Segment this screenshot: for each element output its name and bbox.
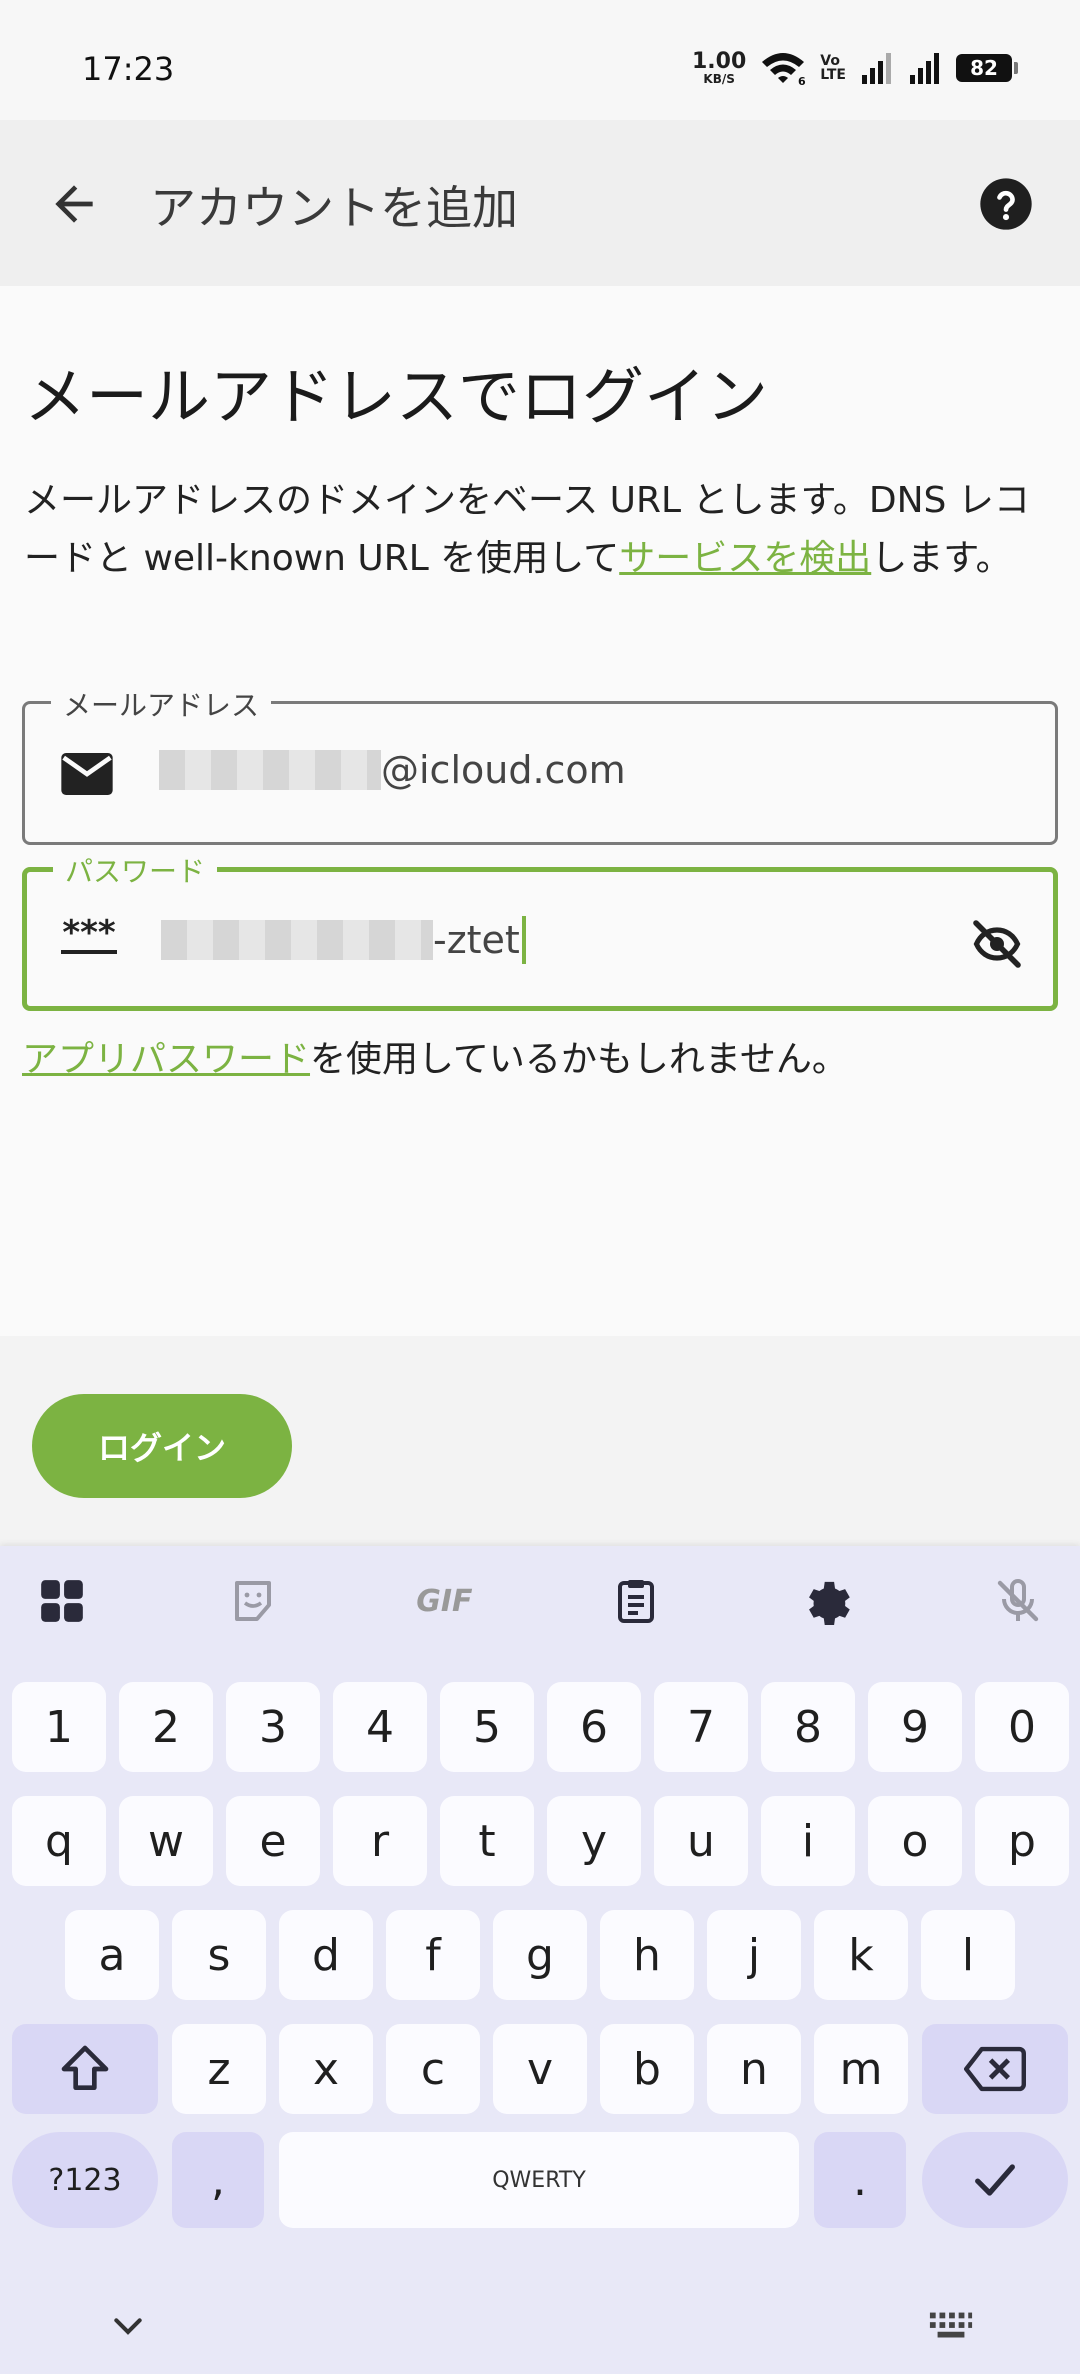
signal-icon-sim2 bbox=[910, 53, 939, 84]
chevron-down-icon[interactable] bbox=[108, 2312, 148, 2342]
app-password-hint: アプリパスワードを使用しているかもしれません。 bbox=[22, 1039, 848, 1080]
volte-indicator: Vo LTE bbox=[820, 53, 846, 83]
keyboard-nav-bar bbox=[0, 2284, 1080, 2374]
symbols-key[interactable]: ?123 bbox=[12, 2132, 158, 2228]
keyboard-switch-icon[interactable] bbox=[928, 2308, 974, 2344]
key-z[interactable]: z bbox=[172, 2024, 266, 2114]
key-6[interactable]: 6 bbox=[547, 1682, 641, 1772]
key-a[interactable]: a bbox=[65, 1910, 159, 2000]
key-j[interactable]: j bbox=[707, 1910, 801, 2000]
password-input[interactable]: -ztet bbox=[161, 916, 526, 964]
shift-icon bbox=[61, 2045, 109, 2090]
mail-icon bbox=[61, 753, 113, 795]
battery-indicator: 82 bbox=[956, 54, 1018, 82]
email-field-label: メールアドレス bbox=[51, 684, 272, 724]
key-m[interactable]: m bbox=[814, 2024, 908, 2114]
signal-icon-sim1 bbox=[862, 53, 891, 84]
key-h[interactable]: h bbox=[600, 1910, 694, 2000]
arrow-left-icon[interactable] bbox=[46, 176, 102, 232]
key-q[interactable]: q bbox=[12, 1796, 106, 1886]
key-7[interactable]: 7 bbox=[654, 1682, 748, 1772]
mic-off-icon[interactable] bbox=[990, 1573, 1046, 1629]
app-bar: アカウントを追加 bbox=[0, 120, 1080, 286]
backspace-key[interactable] bbox=[922, 2024, 1068, 2114]
form-description: メールアドレスのドメインをベース URL とします。DNS レコードと well… bbox=[24, 480, 1030, 579]
keyboard-row-bottom: z x c v b n m bbox=[0, 2024, 1080, 2114]
gif-icon[interactable]: GIF bbox=[416, 1573, 472, 1629]
key-8[interactable]: 8 bbox=[761, 1682, 855, 1772]
detect-service-link[interactable]: サービスを検出 bbox=[619, 538, 871, 579]
text-cursor bbox=[521, 916, 526, 964]
settings-icon[interactable] bbox=[799, 1573, 855, 1629]
status-icons: 1.00 KB/S 6 Vo LTE 82 bbox=[692, 48, 1018, 88]
key-k[interactable]: k bbox=[814, 1910, 908, 2000]
help-circle-icon[interactable] bbox=[978, 176, 1034, 232]
key-u[interactable]: u bbox=[654, 1796, 748, 1886]
soft-keyboard: GIF 1 2 3 4 5 6 7 8 9 0 q w e r t y u i … bbox=[0, 1546, 1080, 2374]
key-9[interactable]: 9 bbox=[868, 1682, 962, 1772]
wifi-icon: 6 bbox=[762, 53, 806, 86]
shift-key[interactable] bbox=[12, 2024, 158, 2114]
key-p[interactable]: p bbox=[975, 1796, 1069, 1886]
keyboard-row-top: q w e r t y u i o p bbox=[0, 1796, 1080, 1886]
visibility-off-icon[interactable] bbox=[967, 916, 1027, 972]
sticker-icon[interactable] bbox=[225, 1573, 281, 1629]
key-g[interactable]: g bbox=[493, 1910, 587, 2000]
backspace-icon bbox=[964, 2046, 1026, 2092]
key-o[interactable]: o bbox=[868, 1796, 962, 1886]
key-1[interactable]: 1 bbox=[12, 1682, 106, 1772]
check-icon bbox=[975, 2164, 1015, 2196]
keyboard-row-middle: a s d f g h j k l bbox=[0, 1910, 1080, 2000]
key-i[interactable]: i bbox=[761, 1796, 855, 1886]
period-key[interactable]: . bbox=[814, 2132, 906, 2228]
key-2[interactable]: 2 bbox=[119, 1682, 213, 1772]
key-f[interactable]: f bbox=[386, 1910, 480, 2000]
clipboard-icon[interactable] bbox=[608, 1573, 664, 1629]
comma-key[interactable]: , bbox=[172, 2132, 264, 2228]
status-time: 17:23 bbox=[82, 50, 175, 88]
login-form: メールアドレスでログイン メールアドレスのドメインをベース URL とします。D… bbox=[0, 286, 1080, 1336]
key-5[interactable]: 5 bbox=[440, 1682, 534, 1772]
key-l[interactable]: l bbox=[921, 1910, 1015, 2000]
apps-grid-icon[interactable] bbox=[34, 1573, 90, 1629]
key-x[interactable]: x bbox=[279, 2024, 373, 2114]
email-field[interactable]: メールアドレス @icloud.com bbox=[22, 684, 1058, 845]
key-y[interactable]: y bbox=[547, 1796, 641, 1886]
key-e[interactable]: e bbox=[226, 1796, 320, 1886]
app-password-link[interactable]: アプリパスワード bbox=[22, 1039, 310, 1080]
key-4[interactable]: 4 bbox=[333, 1682, 427, 1772]
key-3[interactable]: 3 bbox=[226, 1682, 320, 1772]
svg-text:6: 6 bbox=[798, 75, 806, 86]
login-button[interactable]: ログイン bbox=[32, 1394, 292, 1498]
key-0[interactable]: 0 bbox=[975, 1682, 1069, 1772]
key-s[interactable]: s bbox=[172, 1910, 266, 2000]
key-n[interactable]: n bbox=[707, 2024, 801, 2114]
key-v[interactable]: v bbox=[493, 2024, 587, 2114]
keyboard-row-numbers: 1 2 3 4 5 6 7 8 9 0 bbox=[0, 1682, 1080, 1772]
page-title: アカウントを追加 bbox=[150, 181, 518, 235]
keyboard-row-space: ?123 , QWERTY . bbox=[0, 2132, 1080, 2228]
keyboard-toolbar: GIF bbox=[0, 1546, 1080, 1656]
action-area: ログイン bbox=[0, 1336, 1080, 1546]
password-icon: *** bbox=[61, 913, 117, 954]
status-bar: 17:23 1.00 KB/S 6 Vo LTE 82 bbox=[0, 0, 1080, 120]
key-t[interactable]: t bbox=[440, 1796, 534, 1886]
network-speed: 1.00 KB/S bbox=[692, 49, 747, 86]
space-key[interactable]: QWERTY bbox=[279, 2132, 799, 2228]
key-b[interactable]: b bbox=[600, 2024, 694, 2114]
key-r[interactable]: r bbox=[333, 1796, 427, 1886]
redacted-text bbox=[161, 920, 433, 960]
form-heading: メールアドレスでログイン bbox=[24, 360, 769, 433]
key-c[interactable]: c bbox=[386, 2024, 480, 2114]
key-d[interactable]: d bbox=[279, 1910, 373, 2000]
email-input[interactable]: @icloud.com bbox=[159, 748, 626, 792]
redacted-text bbox=[159, 750, 381, 790]
password-field-label: パスワード bbox=[53, 850, 218, 890]
key-w[interactable]: w bbox=[119, 1796, 213, 1886]
password-field[interactable]: パスワード *** -ztet bbox=[22, 850, 1058, 1011]
enter-key[interactable] bbox=[922, 2132, 1068, 2228]
